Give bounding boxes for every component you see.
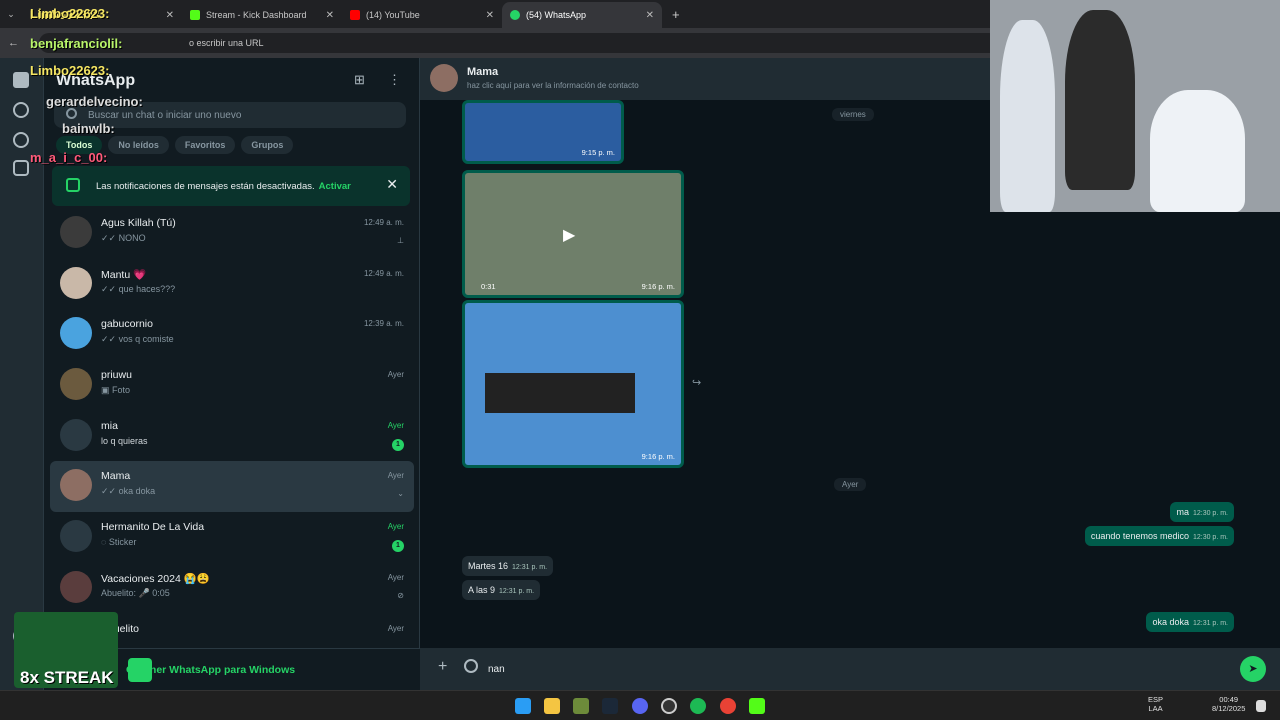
stream-chat-user: Limbo22623: xyxy=(30,63,110,78)
windows-start-icon[interactable] xyxy=(515,698,531,714)
pin-icon: ⊥ xyxy=(397,236,404,245)
stream-chat-overlay: Limbo22623: xyxy=(30,6,110,21)
avatar xyxy=(60,418,92,451)
discord-icon[interactable] xyxy=(632,698,648,714)
chat-row[interactable]: mia lo q quieras Ayer 1 xyxy=(50,411,414,462)
stream-chat-user: gerardelvecino: xyxy=(46,94,143,109)
clock[interactable]: 00:49 8/12/2025 xyxy=(1212,695,1245,713)
new-chat-icon[interactable]: ⊞ xyxy=(354,72,365,88)
stream-chat-user: bainwlb: xyxy=(62,121,115,136)
file-explorer-icon[interactable] xyxy=(544,698,560,714)
search-icon xyxy=(66,108,77,119)
whatsapp-icon xyxy=(510,10,520,20)
streak-label: 8x STREAK xyxy=(20,668,114,687)
chevron-down-icon[interactable]: ⌄ xyxy=(397,489,404,498)
kick-icon[interactable] xyxy=(749,698,765,714)
attach-icon[interactable]: + xyxy=(438,658,447,676)
filter-unread[interactable]: No leídos xyxy=(108,136,169,154)
mute-icon: ⊘ xyxy=(397,590,404,600)
person xyxy=(1000,20,1055,212)
avatar xyxy=(60,216,92,248)
kick-icon xyxy=(190,10,200,20)
close-icon[interactable]: ✕ xyxy=(326,10,334,21)
avatar xyxy=(60,266,92,299)
chat-list: Agus Killah (Tú) ✓✓ NONO 12:49 a. m. ⊥ Mant… xyxy=(44,208,420,664)
windows-taskbar: ESP LAA 00:49 8/12/2025 xyxy=(0,690,1280,720)
youtube-icon xyxy=(350,10,360,20)
message-incoming[interactable]: A las 9 12:31 p. m. xyxy=(462,580,541,600)
close-icon[interactable]: ✕ xyxy=(166,10,174,21)
chat-row[interactable]: gabucornio ✓✓ vos q comiste 12:39 a. m. xyxy=(50,309,414,360)
tab-whatsapp[interactable]: (54) WhatsApp ✕ xyxy=(502,2,662,28)
unread-badge: 1 xyxy=(392,540,404,553)
tab-search-icon[interactable]: ⌄ xyxy=(0,9,22,20)
photo-stage xyxy=(485,373,635,413)
video-duration: 0:31 xyxy=(481,282,496,291)
media-video[interactable]: ▶ 0:31 9:16 p. m. xyxy=(462,170,684,298)
close-icon[interactable]: ✕ xyxy=(646,10,654,21)
message-incoming[interactable]: Martes 16 12:31 p. m. xyxy=(462,556,554,576)
lang-indicator[interactable]: ESP LAA xyxy=(1148,695,1163,713)
message-outgoing[interactable]: cuando tenemos medico 12:30 p. m. xyxy=(1084,526,1234,546)
activate-link[interactable]: Activar xyxy=(319,181,351,192)
date-divider: viernes xyxy=(832,108,874,121)
chats-icon[interactable] xyxy=(13,72,29,88)
filter-favorites[interactable]: Favoritos xyxy=(174,136,236,154)
avatar xyxy=(60,469,92,502)
webcam-overlay xyxy=(990,0,1280,212)
tab-youtube[interactable]: (14) YouTube ✕ xyxy=(342,2,502,28)
message-input[interactable]: nan xyxy=(480,656,1230,682)
avatar xyxy=(60,317,92,350)
forward-icon[interactable]: ↪ xyxy=(692,376,701,389)
app-icon[interactable] xyxy=(573,698,589,714)
close-icon[interactable]: ✕ xyxy=(386,176,398,193)
stream-chat-user: benjafranciolil: xyxy=(30,36,123,51)
notification-banner: Las notificaciones de mensajes están des… xyxy=(52,166,410,206)
message-outgoing[interactable]: oka doka 12:31 p. m. xyxy=(1146,612,1234,632)
close-icon[interactable]: ✕ xyxy=(486,10,494,21)
date-divider: Ayer xyxy=(834,478,867,491)
play-icon[interactable]: ▶ xyxy=(563,225,575,245)
bell-off-icon xyxy=(66,178,80,192)
media-image[interactable]: 9:16 p. m. xyxy=(462,300,684,468)
send-button[interactable]: ➤ xyxy=(1240,656,1266,682)
spotify-icon[interactable] xyxy=(690,698,706,714)
communities-icon[interactable] xyxy=(13,160,29,176)
avatar xyxy=(60,368,92,401)
chat-row[interactable]: Mantu 💗 ✓✓ que haces??? 12:49 a. m. xyxy=(50,259,414,310)
avatar xyxy=(60,570,92,603)
chat-row[interactable]: priuwu ▣ Foto Ayer xyxy=(50,360,414,411)
chat-row-selected[interactable]: Mama ✓✓ oka doka Ayer ⌄ xyxy=(50,461,414,513)
chat-row[interactable]: Hermanito De La Vida ◌ Sticker Ayer 1 xyxy=(50,512,414,563)
back-icon[interactable]: ← xyxy=(8,37,19,49)
composer: + nan ➤ xyxy=(420,648,1280,690)
message-outgoing[interactable]: ma 12:30 p. m. xyxy=(1170,502,1234,522)
address-bar[interactable]: o escribir una URL xyxy=(39,33,999,53)
media-image[interactable]: 9:15 p. m. xyxy=(462,100,624,164)
notification-icon[interactable] xyxy=(1256,700,1266,712)
stream-chat-user: m_a_i_c_00: xyxy=(30,150,108,165)
chat-row[interactable]: Agus Killah (Tú) ✓✓ NONO 12:49 a. m. ⊥ xyxy=(50,208,414,259)
avatar xyxy=(60,520,92,553)
obs-icon[interactable] xyxy=(661,698,677,714)
channels-icon[interactable] xyxy=(13,132,29,148)
steam-icon[interactable] xyxy=(602,698,618,714)
new-tab-button[interactable]: + xyxy=(672,7,680,22)
filter-groups[interactable]: Grupos xyxy=(241,136,294,154)
menu-icon[interactable]: ⋮ xyxy=(388,72,401,88)
avatar xyxy=(430,64,458,92)
person xyxy=(1065,10,1135,190)
status-icon[interactable] xyxy=(13,102,29,118)
tab-kick[interactable]: Stream - Kick Dashboard ✕ xyxy=(182,2,342,28)
chat-row[interactable]: Vacaciones 2024 😭😩 Abuelito: 🎤 0:05 Ayer ⊘ xyxy=(50,563,414,614)
emoji-icon[interactable] xyxy=(464,659,478,673)
unread-badge: 1 xyxy=(392,438,404,451)
person xyxy=(1150,90,1245,212)
whatsapp-logo-icon xyxy=(128,658,152,682)
chrome-icon[interactable] xyxy=(720,698,736,714)
